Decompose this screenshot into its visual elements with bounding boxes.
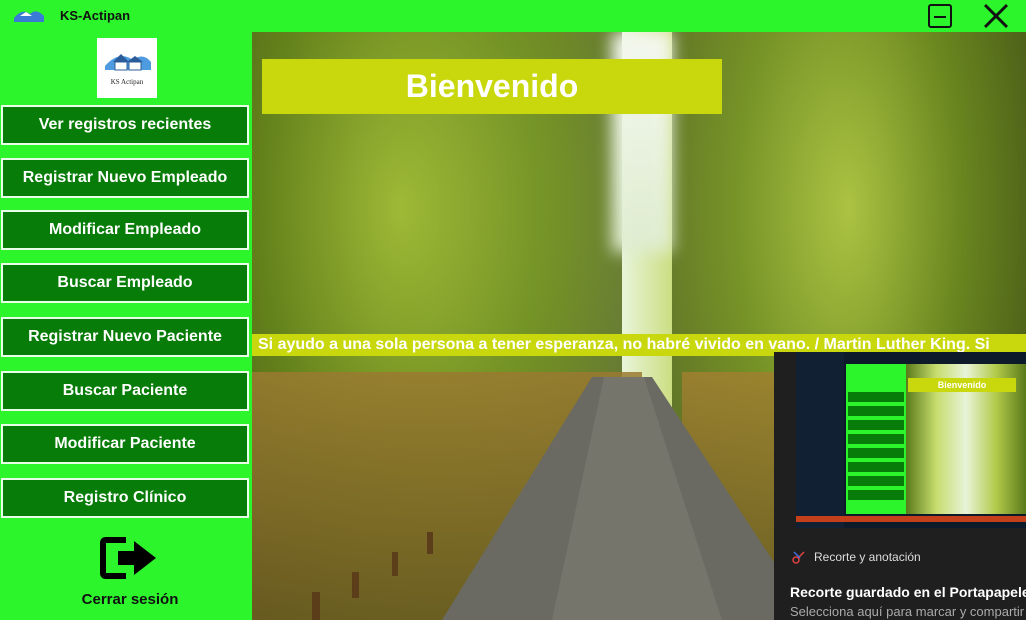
search-employee-button[interactable]: Buscar Empleado: [1, 263, 249, 303]
main-panel: Bienvenido Si ayudo a una sola persona a…: [252, 32, 1026, 620]
notification-title: Recorte guardado en el Portapapeles: [790, 584, 1026, 600]
modify-patient-button[interactable]: Modificar Paciente: [1, 424, 249, 464]
snipping-tool-icon: [792, 551, 805, 564]
title-bar: KS-Actipan: [0, 0, 1026, 32]
clinical-record-button[interactable]: Registro Clínico: [1, 478, 249, 518]
recent-records-button[interactable]: Ver registros recientes: [1, 105, 249, 145]
screenshot-thumbnail: Bienvenido: [796, 352, 1026, 528]
logout-label: Cerrar sesión: [81, 591, 179, 608]
thumb-button: [848, 434, 904, 444]
thumb-welcome-banner: Bienvenido: [908, 378, 1016, 392]
logout-button[interactable]: Cerrar sesión: [60, 534, 200, 608]
thumb-button: [848, 420, 904, 430]
snip-notification[interactable]: Bienvenido Recorte y anotación Recorte g…: [774, 352, 1026, 620]
logo-text: KS Actipan: [110, 78, 144, 86]
notification-app: Recorte y anotación: [792, 550, 921, 564]
app-logo-icon: [14, 11, 44, 22]
notification-app-name: Recorte y anotación: [814, 550, 921, 564]
logout-icon: [100, 537, 156, 579]
notification-subtitle: Selecciona aquí para marcar y compartir: [790, 604, 1025, 619]
app-title: KS-Actipan: [60, 8, 131, 23]
thumb-button: [848, 406, 904, 416]
thumb-button: [848, 448, 904, 458]
thumb-taskbar: [796, 516, 1026, 522]
company-logo: KS Actipan: [97, 38, 157, 98]
thumb-button: [848, 392, 904, 402]
close-icon[interactable]: [982, 2, 1010, 30]
modify-employee-button[interactable]: Modificar Empleado: [1, 210, 249, 250]
welcome-banner: Bienvenido: [262, 59, 722, 114]
thumb-button: [848, 490, 904, 500]
thumb-button: [848, 462, 904, 472]
register-patient-button[interactable]: Registrar Nuevo Paciente: [1, 317, 249, 357]
thumb-button: [848, 476, 904, 486]
house-logo-icon: [105, 54, 151, 71]
thumb-sidebar: [796, 352, 844, 528]
minimize-button[interactable]: [928, 4, 952, 28]
sidebar: KS Actipan Ver registros recientes Regis…: [0, 32, 252, 620]
register-employee-button[interactable]: Registrar Nuevo Empleado: [1, 158, 249, 198]
search-patient-button[interactable]: Buscar Paciente: [1, 371, 249, 411]
